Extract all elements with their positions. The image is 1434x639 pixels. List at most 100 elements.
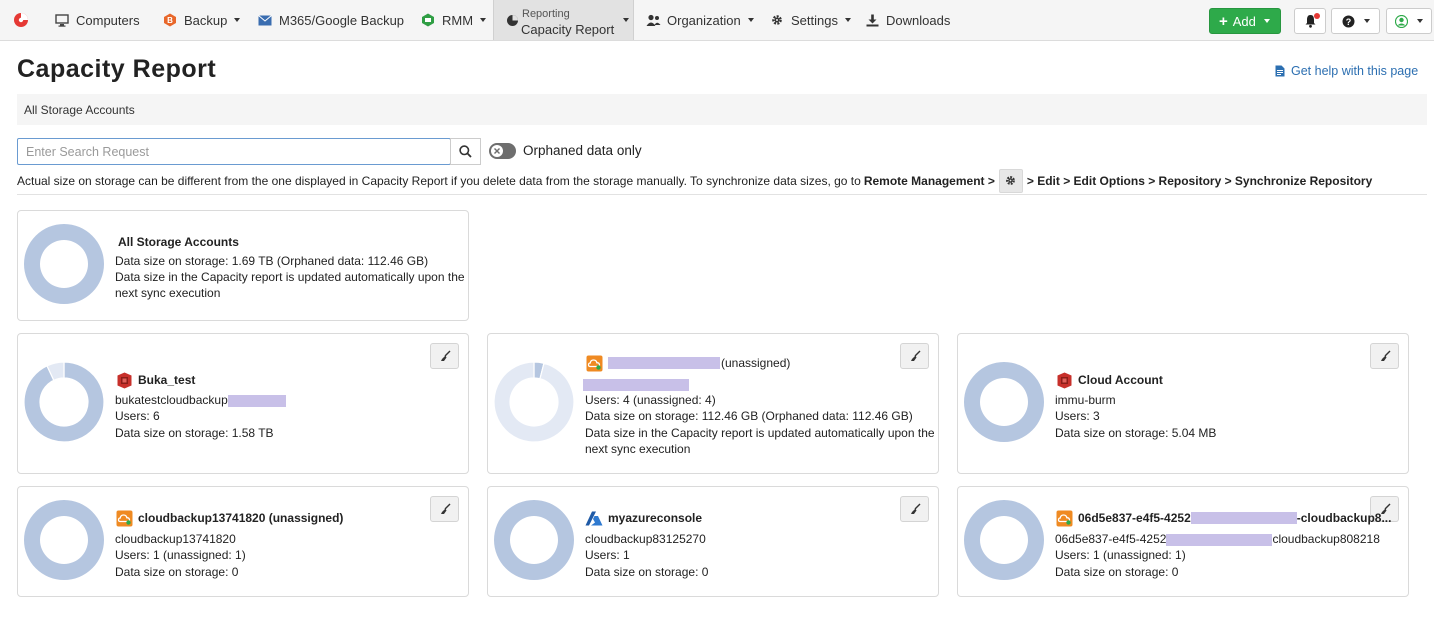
svg-text:?: ?	[1345, 17, 1351, 27]
storage-card-title-text: Cloud Account	[1078, 373, 1163, 387]
storage-update-note-2: next sync execution	[585, 442, 691, 456]
cleanup-button[interactable]	[1370, 343, 1399, 369]
document-icon	[1275, 65, 1285, 77]
storage-card[interactable]: Buka_test bukatestcloudbackup Users: 6 D…	[17, 333, 469, 474]
storage-card-title: Buka_test	[115, 371, 195, 389]
storage-card[interactable]: myazureconsole cloudbackup83125270 Users…	[487, 486, 939, 597]
nav-m365-google[interactable]: M365/Google Backup	[257, 0, 404, 40]
amazon-s3-icon	[115, 371, 133, 389]
wasabi-cloud-icon	[115, 509, 133, 527]
top-navbar: Computers B Backup M365/Google Backup RM…	[0, 0, 1434, 41]
storage-bucket-name: cloudbackup13741820	[115, 532, 236, 546]
orphaned-data-toggle[interactable]	[489, 143, 516, 159]
chevron-down-icon	[1417, 19, 1423, 23]
storage-card-title: (unassigned)	[585, 354, 790, 372]
storage-card[interactable]: cloudbackup13741820 (unassigned) cloudba…	[17, 486, 469, 597]
storage-users: Users: 1 (unassigned: 1)	[1055, 548, 1186, 562]
breadcrumb-item[interactable]: All Storage Accounts	[24, 103, 135, 117]
nav-organization-label: Organization	[667, 12, 741, 28]
close-icon	[494, 148, 500, 154]
nav-settings[interactable]: Settings	[769, 0, 851, 40]
nav-backup-label: Backup	[184, 12, 228, 28]
cleanup-button[interactable]	[430, 343, 459, 369]
redacted-block	[583, 378, 689, 391]
notifications-button[interactable]	[1294, 8, 1326, 34]
nav-capacity-report-label: Capacity Report	[521, 22, 615, 37]
storage-donut-chart	[24, 500, 104, 580]
storage-card-title-suffix: -cloudbackup8...	[1296, 511, 1392, 525]
storage-bucket-name: 06d5e837-e4f5-4252 cloudbackup808218	[1055, 531, 1380, 547]
toggle-knob	[491, 145, 503, 157]
broom-icon	[910, 350, 920, 361]
donut-slice	[24, 500, 104, 580]
nav-reporting-label: Reporting	[522, 8, 570, 20]
search-input[interactable]	[17, 138, 451, 165]
search-button[interactable]	[450, 138, 481, 165]
nav-m365-label: M365/Google Backup	[279, 12, 405, 28]
donut-slice	[964, 362, 1044, 442]
donut-slice	[494, 500, 574, 580]
storage-card[interactable]: Cloud Account immu-burm Users: 3 Data si…	[957, 333, 1409, 474]
broom-icon	[1380, 350, 1390, 361]
donut-slice	[24, 224, 104, 304]
download-icon	[864, 12, 880, 28]
redacted-block	[1190, 512, 1297, 524]
cleanup-button[interactable]	[430, 496, 459, 522]
gear-icon	[998, 168, 1023, 193]
chevron-down-icon	[623, 18, 629, 22]
donut-slice	[494, 362, 574, 442]
app-logo-icon[interactable]	[6, 9, 36, 31]
notice-path-2: > Edit > Edit Options > Repository > Syn…	[1026, 173, 1373, 188]
storage-donut-chart	[964, 362, 1044, 442]
breadcrumb: All Storage Accounts	[17, 94, 1427, 125]
svg-text:B: B	[167, 16, 173, 25]
nav-computers-label: Computers	[76, 12, 140, 28]
storage-card[interactable]: (unassigned) Users: 4 (unassigned: 4) Da…	[487, 333, 939, 474]
nav-downloads-label: Downloads	[886, 12, 951, 28]
cleanup-button[interactable]	[900, 496, 929, 522]
storage-users: Users: 3	[1055, 409, 1100, 423]
help-menu-button[interactable]: ?	[1331, 8, 1380, 34]
nav-downloads[interactable]: Downloads	[864, 0, 950, 40]
storage-data-size: Data size on storage: 112.46 GB (Orphane…	[585, 409, 913, 423]
azure-icon	[585, 509, 603, 527]
chevron-down-icon	[480, 18, 487, 22]
nav-computers[interactable]: Computers	[54, 0, 140, 40]
add-button-label: Add	[1232, 13, 1256, 29]
storage-card-title-text: Buka_test	[138, 373, 196, 387]
storage-bucket-name: cloudbackup83125270	[585, 532, 706, 546]
add-button[interactable]: + Add	[1209, 8, 1281, 34]
cleanup-button[interactable]	[900, 343, 929, 369]
bucket-name-text: bukatestcloudbackup	[115, 393, 228, 407]
nav-reporting[interactable]: Reporting Capacity Report	[493, 0, 634, 40]
storage-card[interactable]: 06d5e837-e4f5-4252 -cloudbackup8... 06d5e…	[957, 486, 1409, 597]
nav-rmm[interactable]: RMM	[420, 0, 487, 40]
page-title: Capacity Report	[17, 55, 217, 83]
user-menu-button[interactable]	[1386, 8, 1432, 34]
orphaned-data-label: Orphaned data only	[523, 143, 642, 158]
rmm-icon	[420, 12, 436, 28]
help-link-label: Get help with this page	[1291, 64, 1419, 78]
storage-donut-chart	[494, 500, 574, 580]
amazon-s3-icon	[1055, 371, 1073, 389]
summary-card[interactable]: All Storage Accounts Data size on storag…	[17, 210, 469, 321]
storage-data-size: Data size on storage: 0	[1055, 565, 1179, 579]
storage-bucket-name: bukatestcloudbackup	[115, 392, 286, 408]
notice-path-1: Remote Management >	[863, 173, 995, 188]
help-link[interactable]: Get help with this page	[1275, 64, 1418, 78]
monitor-icon	[54, 12, 70, 28]
nav-organization[interactable]: Organization	[645, 0, 754, 40]
chevron-down-icon	[1263, 19, 1270, 23]
notification-dot	[1314, 13, 1320, 19]
storage-card-title-text: myazureconsole	[608, 511, 703, 525]
search-icon	[459, 145, 472, 158]
nav-backup[interactable]: B Backup	[162, 0, 241, 40]
user-avatar-icon	[1395, 14, 1408, 28]
storage-donut-chart	[24, 362, 104, 442]
notice-text: Actual size on storage can be different …	[17, 173, 861, 188]
storage-card-title-text: 06d5e837-e4f5-4252	[1078, 511, 1191, 525]
storage-donut-chart	[494, 362, 574, 442]
users-icon	[645, 12, 661, 28]
storage-data-size: Data size on storage: 0	[585, 565, 709, 579]
gear-icon	[769, 12, 785, 28]
